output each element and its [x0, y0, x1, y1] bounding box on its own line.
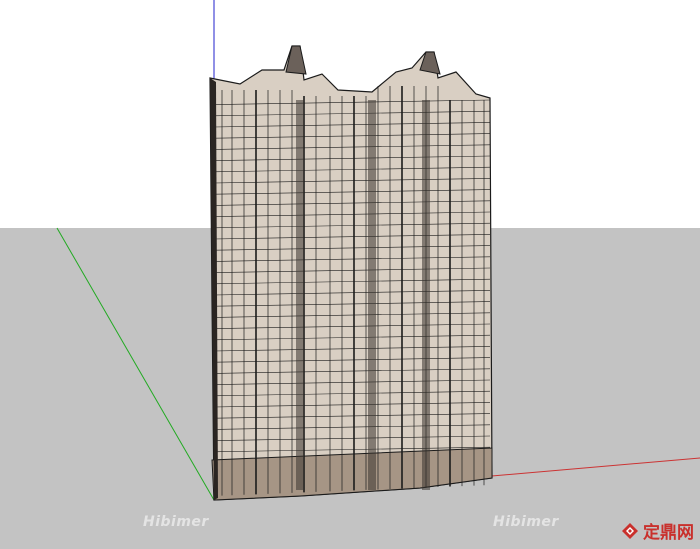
logo-text: 定鼎网: [643, 523, 694, 543]
tower-building[interactable]: [209, 45, 493, 501]
recess-band: [422, 100, 430, 490]
model-scene[interactable]: [0, 0, 700, 549]
watermark-bottom-right: Hibimer: [493, 514, 559, 530]
watermark-right: Hibimer: [493, 171, 559, 187]
watermark-bottom-left: Hibimer: [143, 514, 209, 530]
recess-band: [296, 100, 304, 490]
recess-band: [368, 100, 376, 490]
left-crown: [285, 45, 307, 75]
3d-viewport[interactable]: Hibimer Hibimer Hibimer Hibimer 定鼎网: [0, 0, 700, 549]
site-logo[interactable]: 定鼎网: [621, 518, 694, 543]
watermark-left: Hibimer: [143, 171, 209, 187]
diamond-logo-icon: [622, 522, 638, 539]
green-axis: [56, 227, 215, 501]
